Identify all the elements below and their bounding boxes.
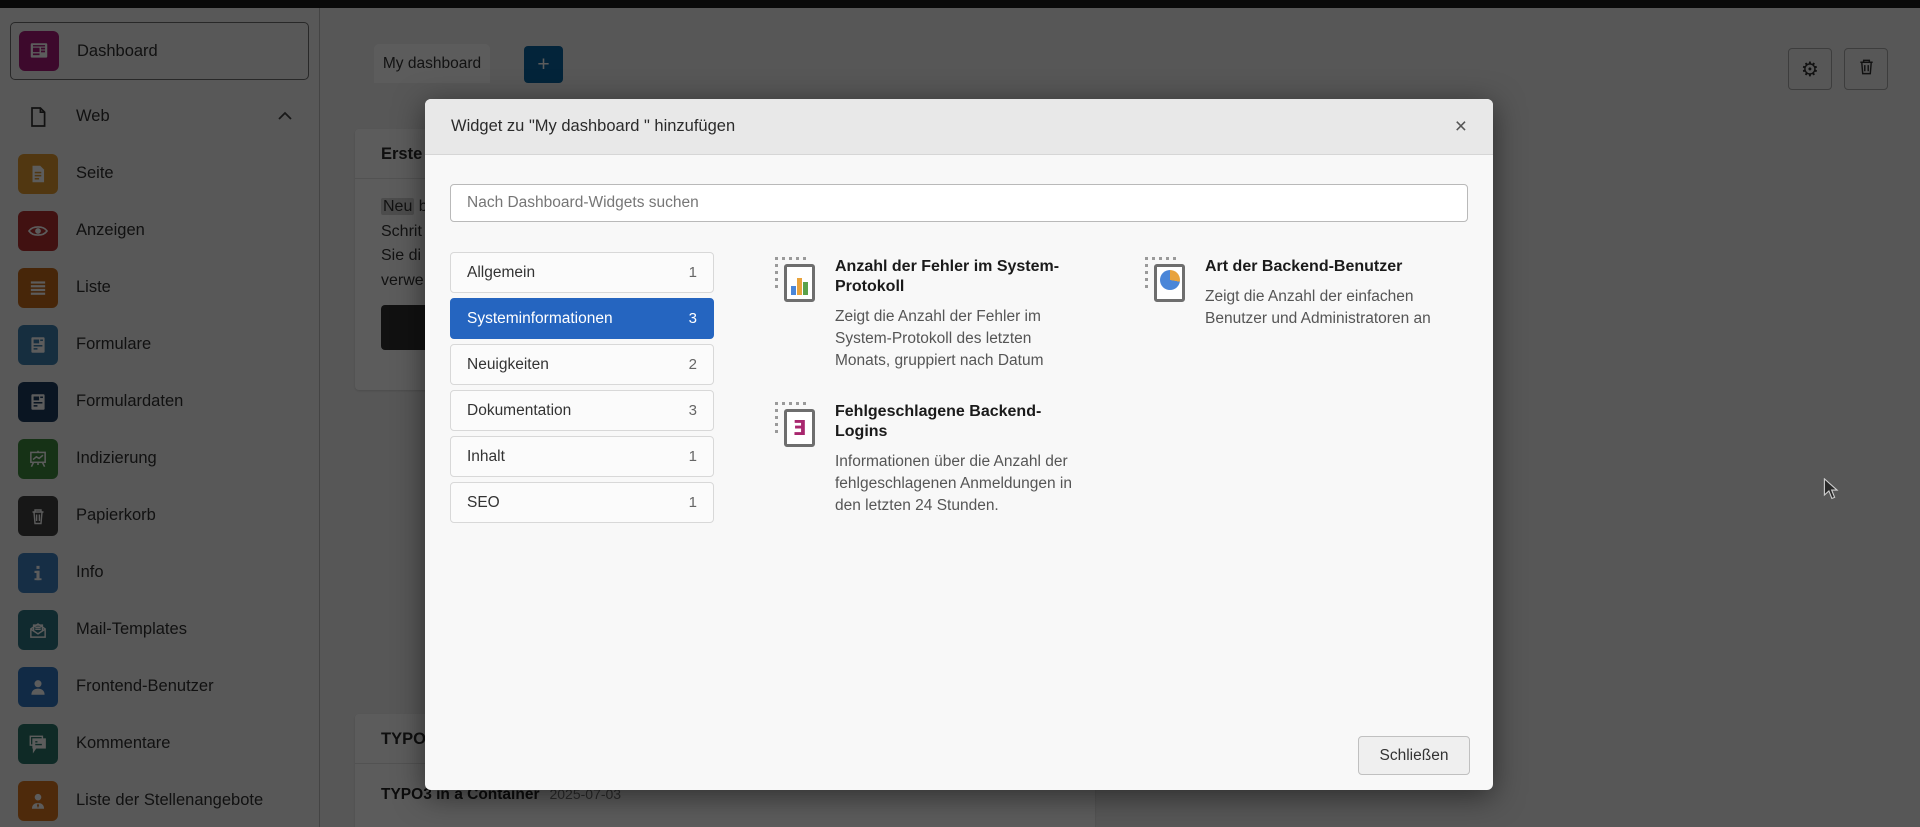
category-inhalt[interactable]: Inhalt 1	[450, 436, 714, 477]
schliessen-button[interactable]: Schließen	[1358, 736, 1470, 775]
widget-item-description: Zeigt die Anzahl der Fehler im System-Pr…	[835, 308, 1044, 369]
category-allgemein[interactable]: Allgemein 1	[450, 252, 714, 293]
widget-item-system-log-errors[interactable]: Anzahl der Fehler im System-Protokoll Ze…	[775, 257, 1110, 372]
add-widget-modal: Widget zu "My dashboard " hinzufügen × A…	[425, 99, 1493, 790]
pie-chart-widget-icon	[1145, 257, 1193, 305]
category-seo[interactable]: SEO 1	[450, 482, 714, 523]
widget-item-title: Art der Backend-Benutzer	[1205, 258, 1403, 275]
widget-category-list: Allgemein 1 Systeminformationen 3 Neuigkei…	[450, 252, 714, 523]
widget-search-input[interactable]	[450, 184, 1468, 222]
category-systeminformationen[interactable]: Systeminformationen 3	[450, 298, 714, 339]
category-dokumentation[interactable]: Dokumentation 3	[450, 390, 714, 431]
close-icon[interactable]: ×	[1455, 116, 1467, 137]
widget-item-title: Fehlgeschlagene Backend-Logins	[835, 403, 1042, 440]
category-neuigkeiten[interactable]: Neuigkeiten 2	[450, 344, 714, 385]
mouse-cursor	[1822, 477, 1840, 505]
modal-header: Widget zu "My dashboard " hinzufügen ×	[425, 99, 1493, 155]
widget-item-failed-backend-logins[interactable]: Ǝ Fehlgeschlagene Backend-Logins Informa…	[775, 402, 1110, 517]
widget-item-description: Informationen über die Anzahl der fehlge…	[835, 453, 1072, 514]
widget-item-description: Zeigt die Anzahl der einfachen Benutzer …	[1205, 288, 1431, 327]
number-list-widget-icon: Ǝ	[775, 402, 823, 450]
widget-list: Anzahl der Fehler im System-Protokoll Ze…	[775, 257, 1445, 517]
widget-item-backend-user-types[interactable]: Art der Backend-Benutzer Zeigt die Anzah…	[1145, 257, 1445, 330]
widget-item-title: Anzahl der Fehler im System-Protokoll	[835, 258, 1060, 295]
typo3-backend: Dashboard Web Seite Anzeigen	[0, 0, 1920, 827]
modal-title: Widget zu "My dashboard " hinzufügen	[451, 117, 736, 135]
bar-chart-widget-icon	[775, 257, 823, 305]
